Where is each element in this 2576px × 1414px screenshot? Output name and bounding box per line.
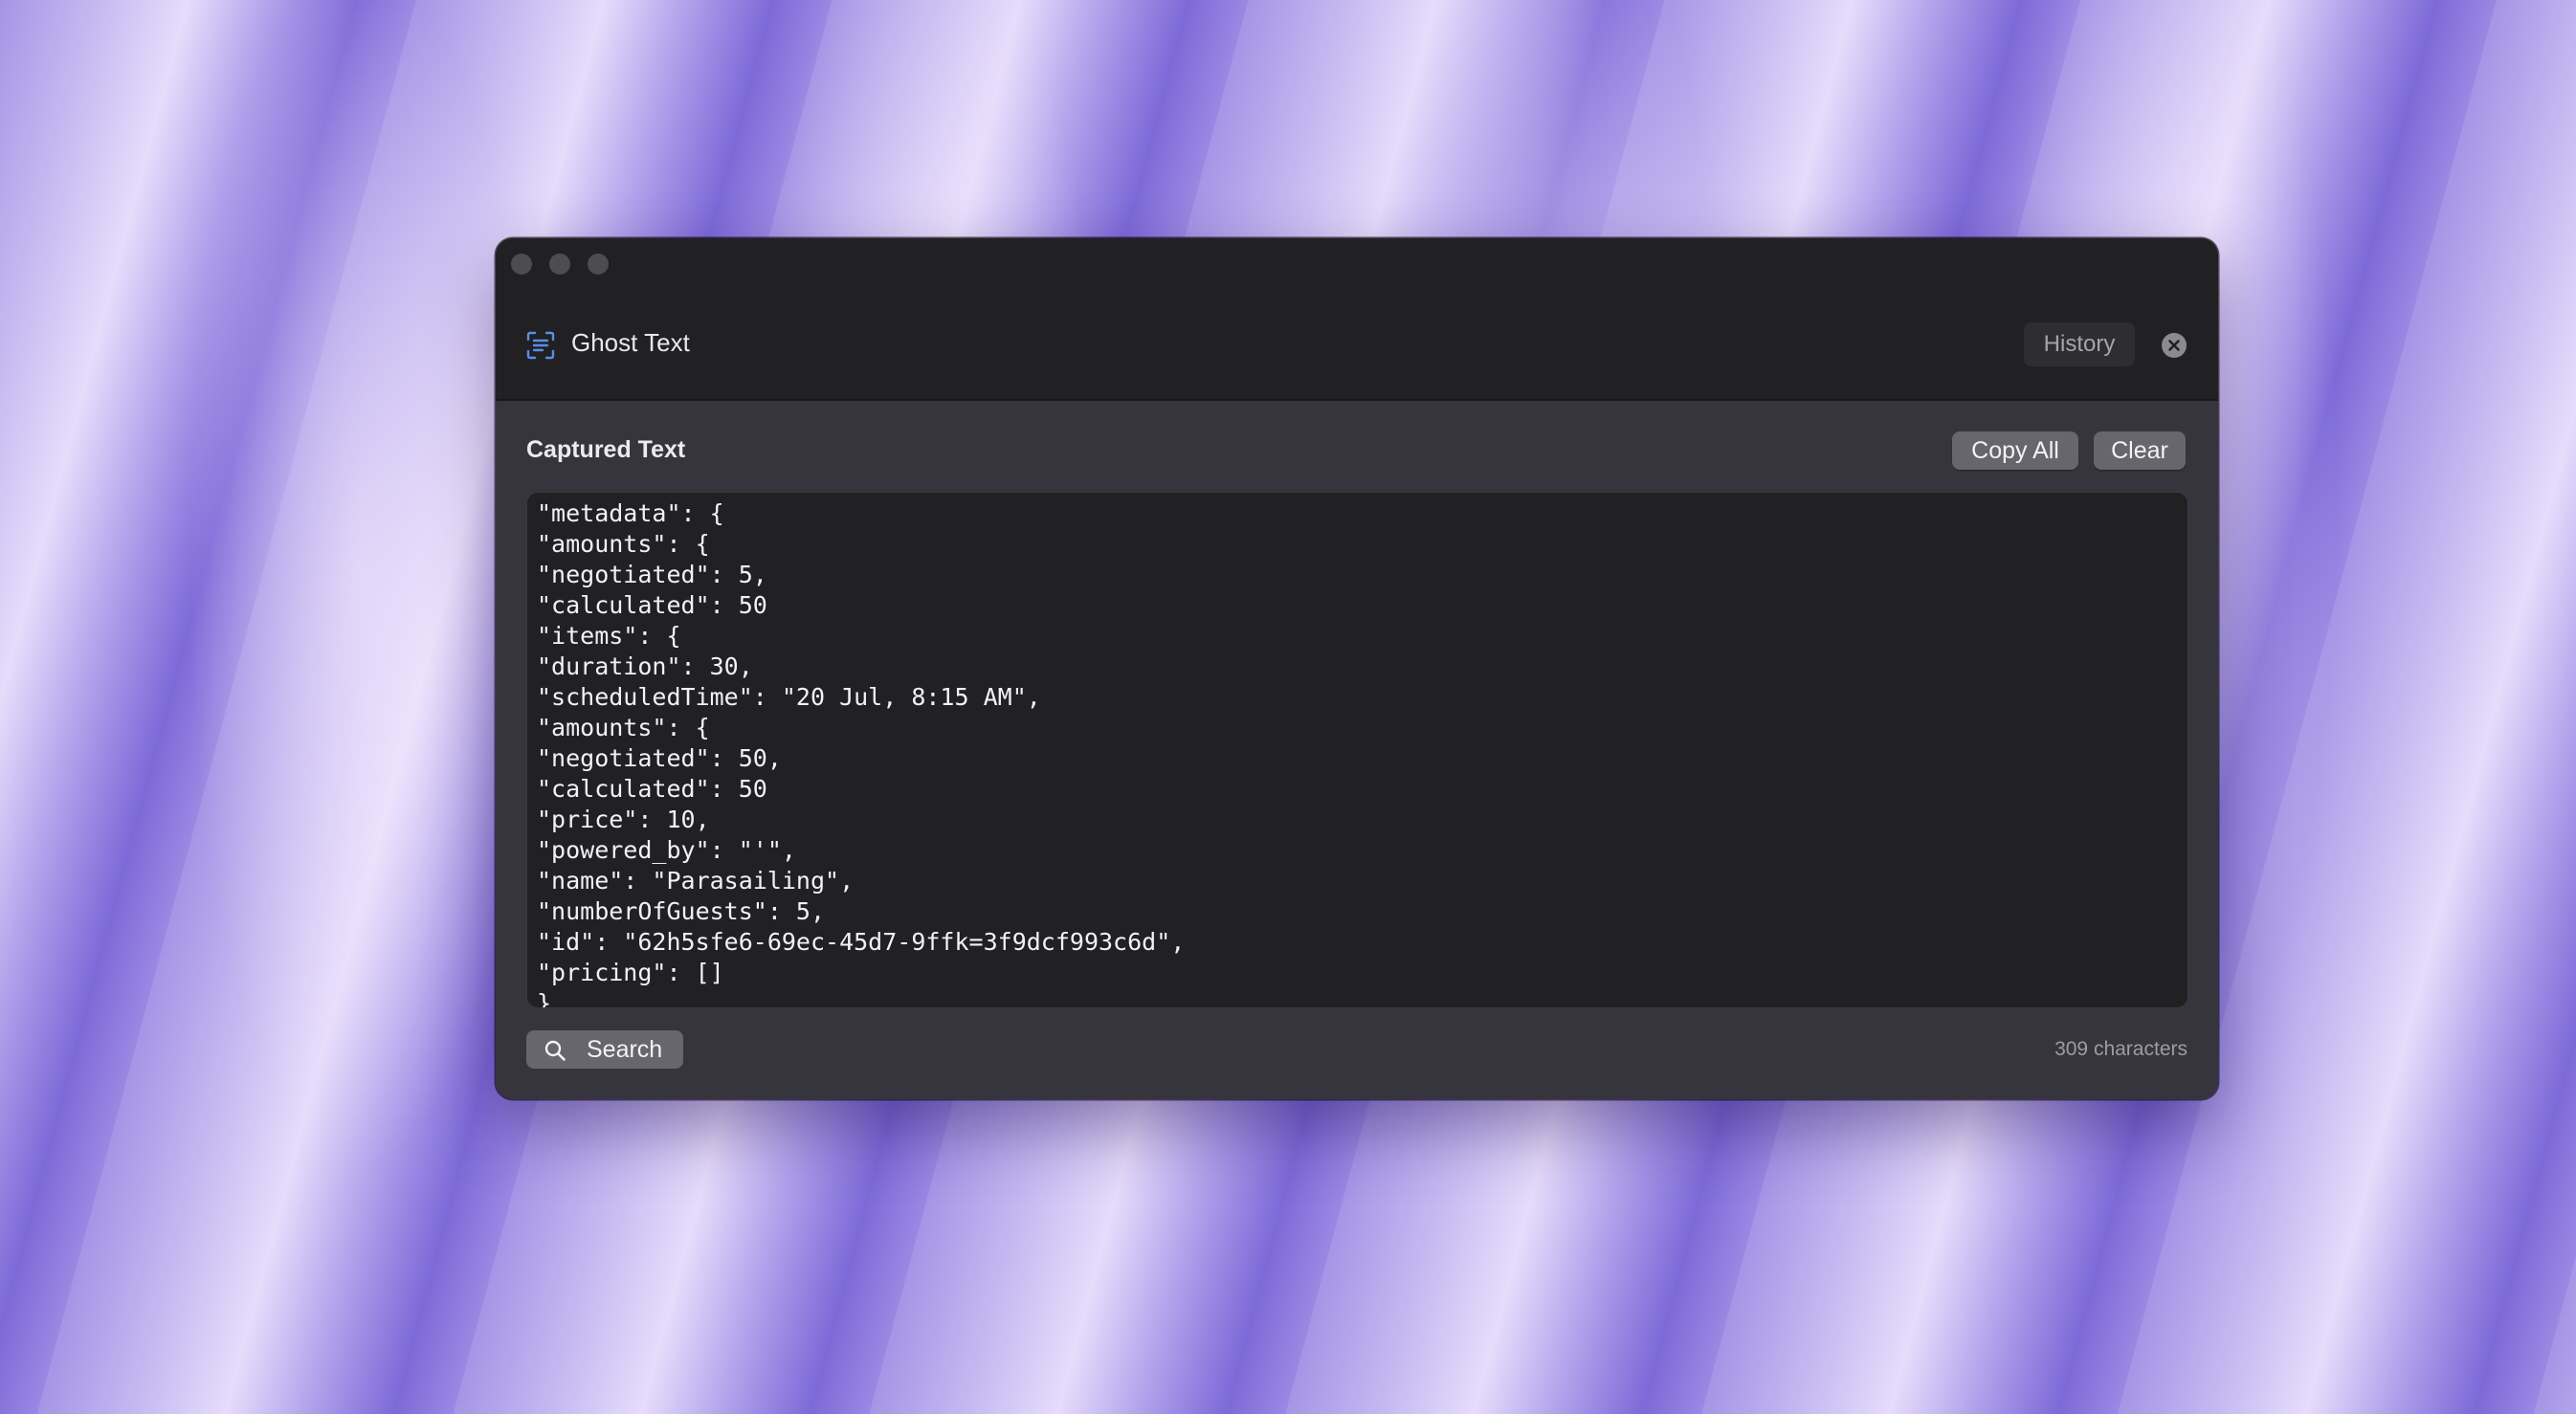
text-line: "id": "62h5sfe6-69ec-45d7-9ffk=3f9dcf993… (537, 928, 1186, 956)
search-icon (544, 1040, 566, 1061)
text-line: "price": 10, (537, 806, 710, 833)
title-bar: Ghost Text History (496, 238, 2218, 401)
text-line: "numberOfGuests": 5, (537, 897, 826, 925)
text-line: "calculated": 50 (537, 775, 767, 803)
text-line: "negotiated": 5, (537, 561, 767, 588)
search-label: Search (587, 1036, 663, 1063)
ghost-text-window: Ghost Text History Captured Text Copy Al… (496, 238, 2218, 1099)
app-title: Ghost Text (571, 328, 690, 357)
text-line: "amounts": { (537, 530, 710, 558)
text-scan-icon (526, 331, 555, 360)
close-window-button[interactable] (511, 254, 532, 275)
close-circle-icon[interactable] (2162, 333, 2187, 358)
text-line: "items": { (537, 622, 681, 650)
search-button[interactable]: Search (526, 1030, 683, 1069)
clear-button[interactable]: Clear (2094, 431, 2186, 470)
text-line: "scheduledTime": "20 Jul, 8:15 AM", (537, 683, 1041, 711)
captured-text-heading: Captured Text (526, 436, 686, 463)
text-line: "negotiated": 50, (537, 744, 782, 772)
history-button[interactable]: History (2024, 322, 2135, 366)
character-count: 309 characters (2054, 1038, 2187, 1060)
text-line: "pricing": [] (537, 959, 724, 986)
copy-all-button[interactable]: Copy All (1952, 431, 2078, 470)
text-line: "duration": 30, (537, 652, 753, 680)
captured-text-area[interactable]: "metadata": { "amounts": { "negotiated":… (526, 492, 2188, 1008)
text-line: "amounts": { (537, 714, 710, 741)
zoom-window-button[interactable] (588, 254, 609, 275)
text-line: "calculated": 50 (537, 591, 767, 619)
minimize-window-button[interactable] (549, 254, 570, 275)
text-line: "name": "Parasailing", (537, 867, 855, 895)
text-line: } (537, 989, 552, 1008)
text-line: "powered_by": "'", (537, 836, 796, 864)
text-line: "metadata": { (537, 499, 724, 527)
captured-text-content: "metadata": { "amounts": { "negotiated":… (527, 493, 2187, 1008)
